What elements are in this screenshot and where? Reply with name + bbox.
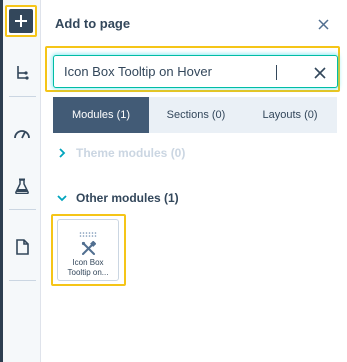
tab-sections[interactable]: Sections (0) bbox=[149, 97, 243, 133]
search-box[interactable] bbox=[53, 55, 338, 88]
tab-bar: Modules (1) Sections (0) Layouts (0) bbox=[53, 97, 337, 133]
add-button[interactable] bbox=[5, 5, 37, 37]
search-input[interactable] bbox=[64, 56, 304, 87]
sidebar-divider bbox=[9, 209, 36, 210]
sidebar-divider bbox=[9, 280, 36, 281]
drag-handle-icon[interactable] bbox=[79, 224, 99, 237]
sidebar-divider bbox=[9, 96, 36, 97]
tree-structure-icon[interactable] bbox=[3, 58, 41, 88]
sidebar-rail bbox=[3, 0, 41, 362]
module-label: Icon Box Tooltip on... bbox=[60, 258, 116, 278]
module-label-line2: Tooltip on... bbox=[67, 268, 109, 277]
tools-icon bbox=[81, 240, 97, 256]
panel-title: Add to page bbox=[55, 16, 131, 31]
text-caret bbox=[276, 65, 277, 80]
speedometer-icon[interactable] bbox=[3, 118, 41, 148]
document-icon[interactable] bbox=[3, 232, 41, 262]
module-card[interactable]: Icon Box Tooltip on... bbox=[57, 219, 119, 281]
chevron-right-icon bbox=[55, 146, 69, 160]
section-theme-modules[interactable]: Theme modules (0) bbox=[55, 146, 185, 160]
flask-icon[interactable] bbox=[3, 171, 41, 201]
plus-icon bbox=[9, 9, 33, 33]
clear-icon[interactable] bbox=[312, 65, 328, 81]
tab-layouts[interactable]: Layouts (0) bbox=[243, 97, 337, 133]
chevron-down-icon bbox=[55, 191, 69, 205]
tab-modules[interactable]: Modules (1) bbox=[53, 97, 149, 133]
module-label-line1: Icon Box bbox=[72, 258, 104, 267]
section-label: Theme modules (0) bbox=[76, 146, 186, 160]
close-icon[interactable] bbox=[315, 16, 331, 32]
section-other-modules[interactable]: Other modules (1) bbox=[55, 191, 179, 205]
section-label: Other modules (1) bbox=[76, 191, 179, 205]
